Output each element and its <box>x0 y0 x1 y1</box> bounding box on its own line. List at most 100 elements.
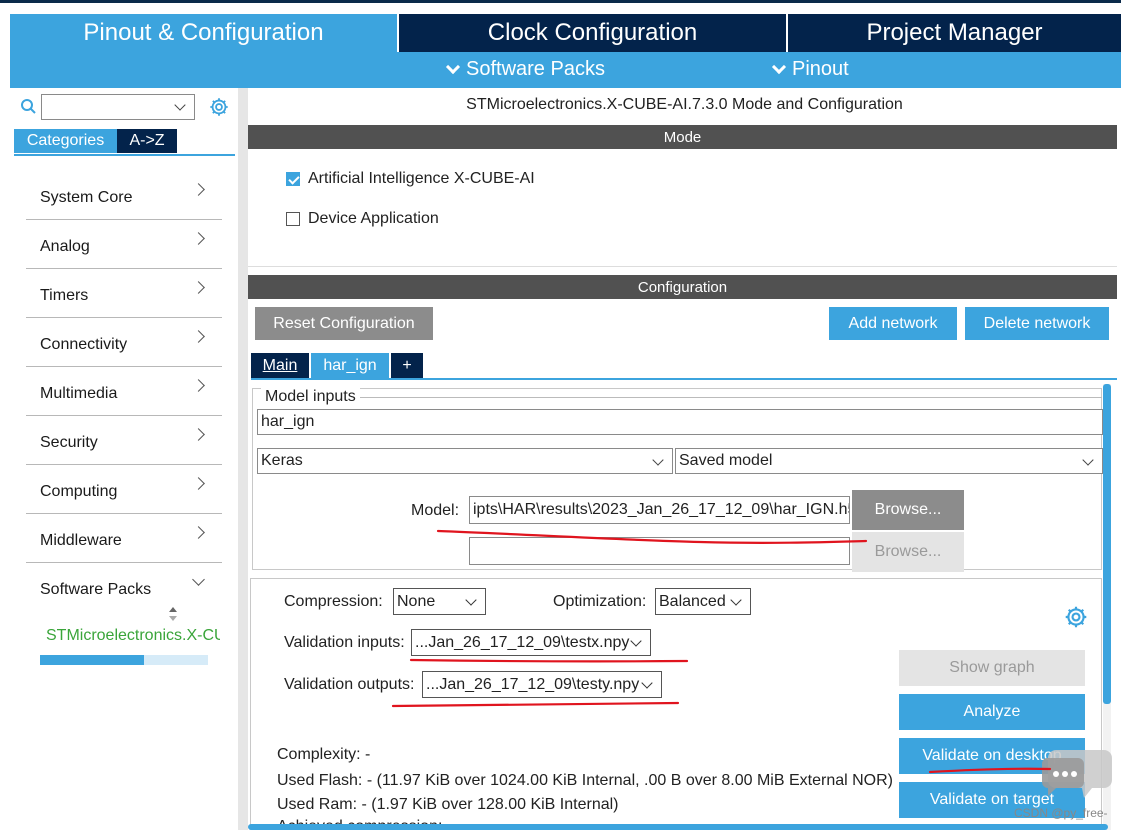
category-multimedia[interactable]: Multimedia <box>26 367 222 416</box>
used-ram-info: Used Ram: - (1.97 KiB over 128.00 KiB In… <box>277 796 619 813</box>
tab-clock-configuration[interactable]: Clock Configuration <box>399 14 786 52</box>
device-application-checkbox[interactable] <box>286 212 300 226</box>
pinout-menu[interactable]: Pinout <box>771 58 849 81</box>
network-name-value: har_ign <box>261 413 315 430</box>
chevron-down-icon <box>192 573 205 586</box>
chevron-right-icon <box>192 526 205 539</box>
validation-outputs-select[interactable]: ...Jan_26_17_12_09\testy.npy <box>422 671 662 698</box>
chevron-right-icon <box>192 477 205 490</box>
category-label: Software Packs <box>40 581 152 598</box>
category-label: System Core <box>40 189 133 206</box>
tab-categories[interactable]: Categories <box>14 129 117 153</box>
window-top-strip <box>0 0 1121 14</box>
chevron-right-icon <box>192 428 205 441</box>
chevron-down-icon <box>174 99 186 111</box>
reset-configuration-button[interactable]: Reset Configuration <box>255 307 433 340</box>
category-software-packs[interactable]: Software Packs <box>26 563 222 612</box>
used-flash-info: Used Flash: - (11.97 KiB over 1024.00 Ki… <box>277 772 893 789</box>
category-connectivity[interactable]: Connectivity <box>26 318 222 367</box>
tab-main[interactable]: Main <box>251 353 309 378</box>
category-label: Middleware <box>40 532 122 549</box>
secondary-path-field[interactable] <box>469 537 850 565</box>
model-inputs-group: Model inputs har_ign Keras Saved model M… <box>252 388 1103 572</box>
horizontal-scrollbar[interactable] <box>248 824 1108 830</box>
validation-inputs-label: Validation inputs: <box>284 634 405 651</box>
device-application-row[interactable]: Device Application <box>286 210 439 228</box>
category-computing[interactable]: Computing <box>26 465 222 514</box>
category-system-core[interactable]: System Core <box>26 171 222 220</box>
chevron-down-icon <box>445 59 461 74</box>
chevron-down-icon <box>652 454 664 466</box>
chevron-right-icon <box>192 379 205 392</box>
chevron-right-icon <box>192 330 205 343</box>
pack-progress-bar <box>40 655 208 665</box>
validation-inputs-select[interactable]: ...Jan_26_17_12_09\testx.npy <box>411 629 651 656</box>
settings-icon[interactable] <box>1063 604 1089 630</box>
tab-add[interactable]: + <box>391 353 423 378</box>
category-label: Computing <box>40 483 118 500</box>
category-label: Timers <box>40 287 89 304</box>
panel-divider[interactable] <box>238 88 248 830</box>
search-icon[interactable] <box>20 98 36 114</box>
chevron-down-icon <box>641 677 653 689</box>
category-label: Connectivity <box>40 336 128 353</box>
software-pack-entry[interactable]: STMicroelectronics.X-CUBE-AI <box>40 627 220 645</box>
compression-label: Compression: <box>284 593 383 610</box>
ai-checkbox-row[interactable]: Artificial Intelligence X-CUBE-AI <box>286 170 535 188</box>
framework-select[interactable]: Keras <box>257 448 673 474</box>
chevron-down-icon <box>730 594 742 606</box>
show-graph-button[interactable]: Show graph <box>899 650 1085 686</box>
add-network-button[interactable]: Add network <box>829 307 957 340</box>
optimization-value: Balanced <box>659 592 726 610</box>
sort-arrows-icon[interactable] <box>166 606 180 622</box>
complexity-info: Complexity: - <box>277 746 371 763</box>
optimization-label: Optimization: <box>553 593 647 610</box>
category-analog[interactable]: Analog <box>26 220 222 269</box>
tab-project-manager[interactable]: Project Manager <box>788 14 1121 52</box>
network-tabs: Main har_ign + <box>251 353 423 378</box>
compression-select[interactable]: None <box>393 588 486 615</box>
model-type-select[interactable]: Saved model <box>675 448 1103 474</box>
chat-icon[interactable] <box>1042 744 1114 800</box>
model-label: Model: <box>411 502 460 519</box>
mode-header: Mode <box>248 125 1117 149</box>
model-path-field[interactable]: ipts\HAR\results\2023_Jan_26_17_12_09\ha… <box>469 496 850 524</box>
tab-pinout-configuration[interactable]: Pinout & Configuration <box>10 14 397 52</box>
validation-outputs-value: ...Jan_26_17_12_09\testy.npy <box>426 675 640 693</box>
ai-checkbox[interactable] <box>286 172 300 186</box>
software-pack-label: STMicroelectronics.X-CUBE-AI <box>46 627 220 644</box>
chevron-down-icon <box>771 59 787 74</box>
model-inputs-legend: Model inputs <box>261 388 360 406</box>
software-packs-menu[interactable]: Software Packs <box>445 58 605 81</box>
device-application-label: Device Application <box>308 210 439 227</box>
ai-checkbox-label: Artificial Intelligence X-CUBE-AI <box>308 170 535 187</box>
main-tabs: Pinout & Configuration Clock Configurati… <box>10 14 1121 52</box>
category-label: Multimedia <box>40 385 118 402</box>
category-security[interactable]: Security <box>26 416 222 465</box>
category-timers[interactable]: Timers <box>26 269 222 318</box>
chevron-right-icon <box>192 232 205 245</box>
software-packs-label: Software Packs <box>466 58 605 80</box>
analyze-button[interactable]: Analyze <box>899 694 1085 730</box>
settings-icon[interactable] <box>208 96 230 118</box>
chevron-down-icon <box>465 594 477 606</box>
configuration-header: Configuration <box>248 275 1117 299</box>
mode-box <box>248 149 1117 267</box>
watermark: CSDN @py_free- <box>1014 806 1108 820</box>
model-type-value: Saved model <box>679 452 773 469</box>
browse-model-button[interactable]: Browse... <box>852 490 964 530</box>
scrollbar-thumb[interactable] <box>1103 384 1111 704</box>
browse-secondary-button[interactable]: Browse... <box>852 532 964 572</box>
category-label: Security <box>40 434 98 451</box>
optimization-select[interactable]: Balanced <box>655 588 751 615</box>
tab-har-ign[interactable]: har_ign <box>311 353 389 378</box>
search-input[interactable] <box>41 94 195 120</box>
category-middleware[interactable]: Middleware <box>26 514 222 563</box>
category-tabs: Categories A->Z <box>14 129 177 153</box>
group-border-line <box>358 397 1102 398</box>
network-name-field[interactable]: har_ign <box>257 409 1103 435</box>
chevron-right-icon <box>192 281 205 294</box>
tab-a-to-z[interactable]: A->Z <box>117 129 177 153</box>
pack-progress-fill <box>40 655 145 665</box>
delete-network-button[interactable]: Delete network <box>965 307 1109 340</box>
